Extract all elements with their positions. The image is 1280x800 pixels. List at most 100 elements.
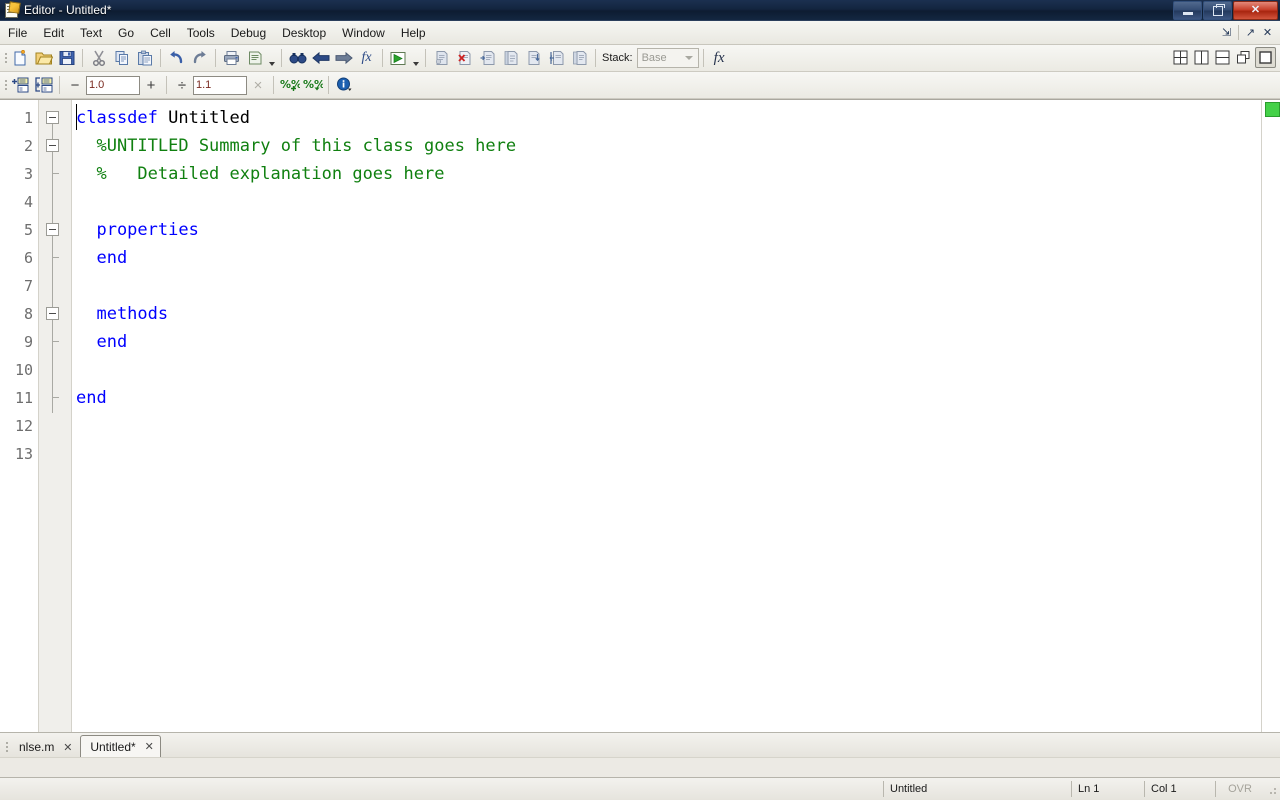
step-icon[interactable]	[476, 47, 499, 69]
fold-toggle-icon[interactable]	[46, 139, 59, 152]
code-token-keyword: properties	[76, 220, 199, 240]
code-line-7[interactable]	[72, 272, 1261, 300]
stack-dropdown[interactable]: Base	[636, 48, 699, 68]
mlint-ok-indicator[interactable]	[1265, 102, 1280, 117]
tabstrip-grip[interactable]	[3, 737, 10, 757]
close-panel-icon[interactable]: ✕	[1259, 23, 1276, 42]
publish-dropdown-icon[interactable]	[266, 44, 277, 72]
clear-breakpoints-icon[interactable]	[453, 47, 476, 69]
step-in-icon[interactable]	[499, 47, 522, 69]
menu-go[interactable]: Go	[110, 24, 142, 42]
maximize-document-icon[interactable]	[1255, 47, 1276, 68]
fold-row-1[interactable]	[39, 104, 71, 132]
undo-icon[interactable]	[165, 47, 188, 69]
tile-grid-icon[interactable]	[1171, 48, 1190, 67]
exit-debug-icon[interactable]	[568, 47, 591, 69]
code-line-12[interactable]	[72, 412, 1261, 440]
copy-icon[interactable]	[110, 47, 133, 69]
line-number: 11	[14, 389, 33, 407]
code-line-1[interactable]: classdef Untitled	[72, 104, 1261, 132]
code-folding-gutter[interactable]	[39, 100, 72, 732]
code-line-11[interactable]: end	[72, 384, 1261, 412]
mlint-status-bar[interactable]	[1261, 100, 1280, 732]
line-number: 4	[23, 193, 33, 211]
save-icon[interactable]	[55, 47, 78, 69]
fold-toggle-icon[interactable]	[46, 111, 59, 124]
fx-function-icon[interactable]: fx	[708, 47, 731, 69]
fold-toggle-icon[interactable]	[46, 307, 59, 320]
dock-arrow-icon[interactable]: ⇲	[1218, 23, 1235, 42]
close-icon[interactable]: ✕	[61, 741, 74, 754]
redo-icon[interactable]	[188, 47, 211, 69]
code-text-area[interactable]: classdef Untitled %UNTITLED Summary of t…	[72, 100, 1261, 732]
resize-grip[interactable]	[1264, 782, 1278, 796]
code-line-8[interactable]: methods	[72, 300, 1261, 328]
menu-text[interactable]: Text	[72, 24, 110, 42]
multiply-button[interactable]: ×	[247, 74, 269, 96]
close-icon[interactable]: ✕	[143, 740, 156, 753]
svg-text:%%: %%	[303, 78, 323, 91]
cut-icon[interactable]	[87, 47, 110, 69]
close-button[interactable]: ✕	[1233, 1, 1278, 20]
menu-debug[interactable]: Debug	[223, 24, 274, 42]
evaluate-cell-icon[interactable]: %%	[278, 74, 301, 96]
paste-icon[interactable]	[133, 47, 156, 69]
print-icon[interactable]	[220, 47, 243, 69]
divide-value-input[interactable]: 1.1	[193, 75, 247, 95]
restore-button[interactable]	[1203, 1, 1232, 20]
find-icon[interactable]	[286, 47, 309, 69]
continue-icon[interactable]	[545, 47, 568, 69]
code-line-9[interactable]: end	[72, 328, 1261, 356]
insert-cell-division-icon[interactable]	[32, 74, 55, 96]
step-out-icon[interactable]	[522, 47, 545, 69]
menu-cell[interactable]: Cell	[142, 24, 179, 42]
run-dropdown-icon[interactable]	[410, 44, 421, 72]
float-window-icon[interactable]	[1234, 48, 1253, 67]
new-file-icon[interactable]	[9, 47, 32, 69]
code-line-4[interactable]	[72, 188, 1261, 216]
undock-arrow-icon[interactable]: ↗	[1242, 23, 1259, 42]
toolbar-grip[interactable]	[2, 48, 9, 68]
fold-row-8[interactable]	[39, 300, 71, 328]
code-line-2[interactable]: %UNTITLED Summary of this class goes her…	[72, 132, 1261, 160]
fold-end-tick	[52, 397, 59, 398]
decrement-value-input[interactable]: 1.0	[86, 75, 140, 95]
cell-toolbar-grip[interactable]	[2, 75, 9, 95]
code-line-3[interactable]: % Detailed explanation goes here	[72, 160, 1261, 188]
menu-window[interactable]: Window	[334, 24, 393, 42]
tab-nlse-m[interactable]: nlse.m ✕	[10, 737, 78, 757]
tab-untitled[interactable]: Untitled* ✕	[80, 735, 161, 757]
forward-arrow-icon[interactable]	[332, 47, 355, 69]
code-line-5[interactable]: properties	[72, 216, 1261, 244]
run-icon[interactable]	[387, 47, 410, 69]
fold-row-2[interactable]	[39, 132, 71, 160]
divide-button[interactable]: ÷	[171, 74, 193, 96]
code-line-13[interactable]	[72, 440, 1261, 468]
increment-button[interactable]: +	[140, 74, 162, 96]
toolbar-separator	[425, 49, 426, 67]
function-browser-icon[interactable]: fx	[355, 47, 378, 69]
menu-desktop[interactable]: Desktop	[274, 24, 334, 42]
menu-tools[interactable]: Tools	[179, 24, 223, 42]
code-line-6[interactable]: end	[72, 244, 1261, 272]
back-arrow-icon[interactable]	[309, 47, 332, 69]
set-breakpoint-icon[interactable]	[430, 47, 453, 69]
editor-area[interactable]: 1 2 3 4 5 6 7 8 9 10 11 12 13 classdef U…	[0, 99, 1280, 732]
evaluate-cell-advance-icon[interactable]: %%	[301, 74, 324, 96]
fold-row-5[interactable]	[39, 216, 71, 244]
minimize-button[interactable]	[1173, 1, 1202, 20]
status-overwrite-mode[interactable]: OVR	[1215, 781, 1264, 797]
open-file-icon[interactable]	[32, 47, 55, 69]
decrement-button[interactable]: −	[64, 74, 86, 96]
cell-toolbar-separator	[273, 76, 274, 94]
fold-toggle-icon[interactable]	[46, 223, 59, 236]
split-horizontal-icon[interactable]	[1213, 48, 1232, 67]
cell-help-icon[interactable]	[333, 74, 356, 96]
insert-cell-icon[interactable]	[9, 74, 32, 96]
code-line-10[interactable]	[72, 356, 1261, 384]
menu-edit[interactable]: Edit	[35, 24, 72, 42]
publish-icon[interactable]	[243, 47, 266, 69]
menu-file[interactable]: File	[0, 24, 35, 42]
split-vertical-icon[interactable]	[1192, 48, 1211, 67]
menu-help[interactable]: Help	[393, 24, 434, 42]
